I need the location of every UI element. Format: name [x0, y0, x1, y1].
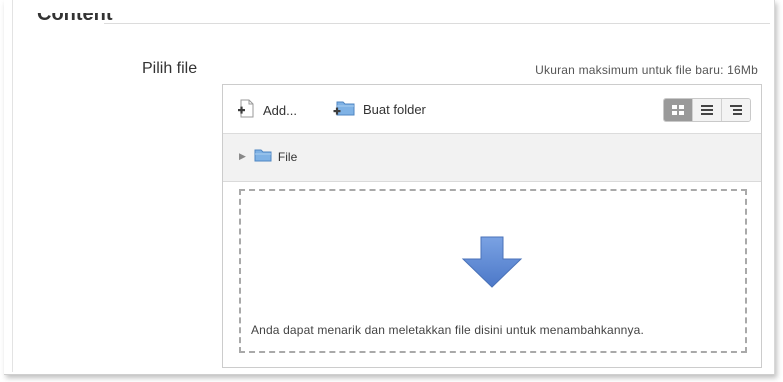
view-mode-switcher	[663, 98, 751, 122]
breadcrumb: ▶ File	[239, 148, 297, 165]
down-arrow-icon	[461, 236, 523, 293]
view-tree-button[interactable]	[721, 99, 750, 121]
create-folder-label: Buat folder	[363, 102, 426, 117]
fieldset-legend: Content	[37, 13, 113, 25]
view-list-button[interactable]	[692, 99, 721, 121]
panel-left-border	[12, 0, 13, 372]
grid-view-icon	[672, 105, 684, 115]
expand-triangle-icon[interactable]: ▶	[239, 151, 246, 162]
path-bar: ▶ File	[223, 134, 761, 182]
max-file-size-note: Ukuran maksimum untuk file baru: 16Mb	[535, 63, 758, 77]
fieldset-divider	[104, 23, 770, 24]
add-file-button[interactable]: Add...	[237, 99, 297, 122]
form-panel: Content Pilih file Ukuran maksimum untuk…	[4, 0, 775, 375]
new-folder-icon	[333, 99, 355, 120]
add-file-label: Add...	[263, 103, 297, 118]
list-view-icon	[701, 105, 713, 115]
field-label: Pilih file	[142, 60, 198, 77]
drop-zone[interactable]: Anda dapat menarik dan meletakkan file d…	[239, 189, 747, 353]
folder-icon	[254, 148, 272, 165]
file-manager: Add... Buat folder ▶ File Anda dapat men…	[222, 84, 762, 368]
create-folder-button[interactable]: Buat folder	[333, 99, 426, 120]
add-file-icon	[237, 99, 255, 122]
view-icons-button[interactable]	[664, 99, 692, 121]
file-manager-toolbar: Add... Buat folder	[223, 85, 761, 134]
breadcrumb-root[interactable]: File	[278, 150, 297, 164]
tree-view-icon	[730, 105, 742, 115]
drop-zone-hint: Anda dapat menarik dan meletakkan file d…	[251, 323, 644, 337]
